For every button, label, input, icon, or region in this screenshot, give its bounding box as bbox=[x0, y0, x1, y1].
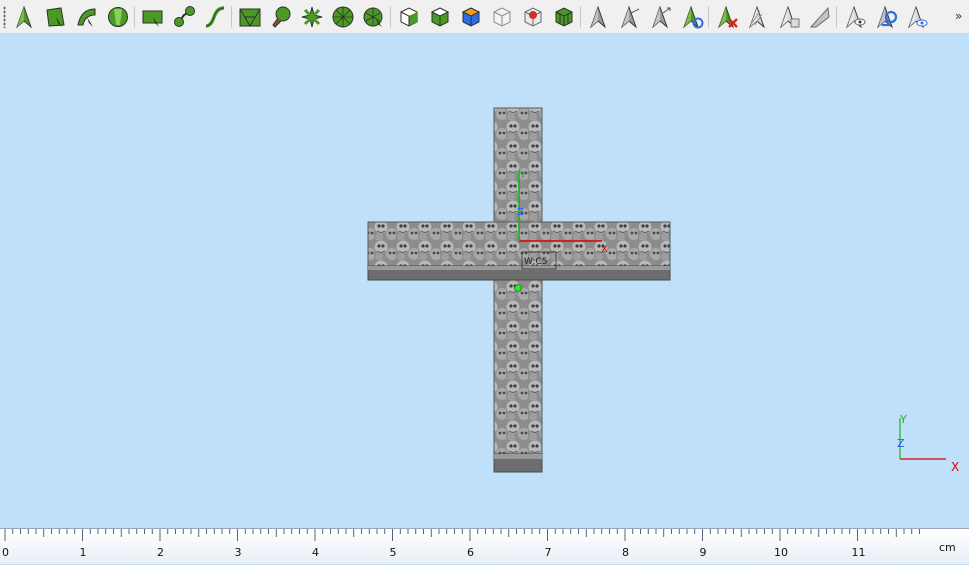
toolbar-separator bbox=[231, 6, 232, 28]
arrow-diagonal-icon[interactable] bbox=[808, 5, 832, 29]
cube-front-icon[interactable] bbox=[428, 5, 452, 29]
cube-top-icon[interactable] bbox=[459, 5, 483, 29]
wheel-select-icon[interactable] bbox=[331, 5, 355, 29]
sync-arrow-icon[interactable] bbox=[874, 5, 898, 29]
ruler-label: 10 bbox=[774, 546, 788, 559]
select-circle-icon[interactable] bbox=[106, 5, 130, 29]
ruler-label: 4 bbox=[312, 546, 319, 559]
ruler-label: 6 bbox=[467, 546, 474, 559]
lasso-node-icon[interactable] bbox=[172, 5, 196, 29]
ruler-label: 2 bbox=[157, 546, 164, 559]
ruler-label: 8 bbox=[622, 546, 629, 559]
freehand-curve-icon[interactable] bbox=[203, 5, 227, 29]
z-axis-label: Z bbox=[517, 207, 524, 218]
ruler-unit: cm bbox=[939, 541, 956, 554]
radial-select-icon[interactable] bbox=[362, 5, 386, 29]
ruler-ticks bbox=[4, 529, 920, 541]
cube-paint-icon[interactable] bbox=[521, 5, 545, 29]
mesh-select-icon[interactable] bbox=[238, 5, 262, 29]
ruler-label: 3 bbox=[234, 546, 242, 559]
arrow-split-icon[interactable] bbox=[618, 5, 642, 29]
toolbar-separator bbox=[134, 6, 135, 28]
corner-x-label: X bbox=[951, 460, 959, 474]
ruler-label: 0 bbox=[2, 546, 9, 559]
arrow-hatched-icon[interactable] bbox=[746, 5, 770, 29]
select-face-icon[interactable] bbox=[44, 5, 68, 29]
brush-select-icon[interactable] bbox=[269, 5, 293, 29]
ruler-label: 5 bbox=[389, 546, 397, 559]
select-curve-icon[interactable] bbox=[75, 5, 99, 29]
delete-arrow-icon[interactable] bbox=[715, 5, 739, 29]
toolbar-separator bbox=[390, 6, 391, 28]
ruler-label: 7 bbox=[544, 546, 552, 559]
x-axis-label: X bbox=[601, 244, 608, 255]
arrow-refresh-icon[interactable] bbox=[680, 5, 704, 29]
arrow-grey-icon[interactable] bbox=[587, 5, 611, 29]
eye-arrow-icon[interactable] bbox=[843, 5, 867, 29]
toolbar-overflow-button[interactable]: » bbox=[955, 9, 962, 23]
orientation-gizmo: X Y Z bbox=[897, 413, 959, 474]
ruler-label: 11 bbox=[851, 546, 866, 559]
arrow-copy-icon[interactable] bbox=[777, 5, 801, 29]
cube-view-icon[interactable] bbox=[397, 5, 421, 29]
toolbar-separator bbox=[708, 6, 709, 28]
toolbar-separator bbox=[836, 6, 837, 28]
scene-canvas[interactable]: X Y Z W:C5 X Y Z bbox=[0, 34, 969, 528]
cube-wire-icon[interactable] bbox=[490, 5, 514, 29]
3d-viewport[interactable]: X Y Z W:C5 X Y Z bbox=[0, 34, 969, 528]
toolbar: » bbox=[0, 0, 969, 34]
select-arrow-icon[interactable] bbox=[13, 5, 37, 29]
y-axis-label: Y bbox=[519, 170, 527, 181]
ruler-label: 9 bbox=[699, 546, 707, 559]
cube-grid-icon[interactable] bbox=[552, 5, 576, 29]
pivot-handle[interactable] bbox=[514, 284, 522, 292]
ruler-bar: 0 1 2 3 4 5 6 7 8 9 10 11 cm bbox=[0, 528, 969, 564]
rectangle-select-icon[interactable] bbox=[141, 5, 165, 29]
spoke-select-icon[interactable] bbox=[300, 5, 324, 29]
corner-y-label: Y bbox=[899, 413, 907, 426]
toolbar-grip[interactable] bbox=[3, 6, 6, 28]
object-tag: W:C5 bbox=[524, 257, 547, 267]
eye-hide-icon[interactable] bbox=[905, 5, 929, 29]
arrow-move-icon[interactable] bbox=[649, 5, 673, 29]
ruler-label: 1 bbox=[79, 546, 87, 559]
toolbar-separator bbox=[580, 6, 581, 28]
corner-z-label: Z bbox=[897, 437, 905, 450]
